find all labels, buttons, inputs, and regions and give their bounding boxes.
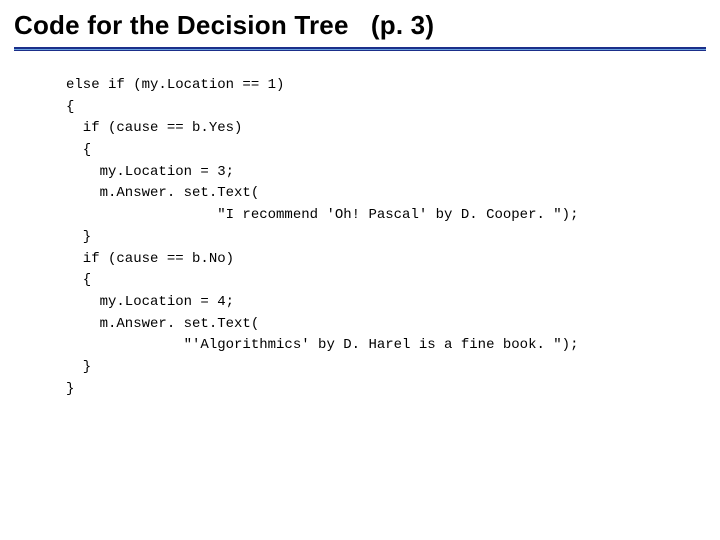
code-line: if (cause == b.No) xyxy=(66,251,234,267)
slide-title: Code for the Decision Tree (p. 3) xyxy=(14,10,706,41)
code-line: m.Answer. set.Text( xyxy=(66,185,259,201)
code-line: { xyxy=(66,272,91,288)
code-line: my.Location = 3; xyxy=(66,164,234,180)
code-line: } xyxy=(66,359,91,375)
title-bar: Code for the Decision Tree (p. 3) xyxy=(0,0,720,51)
title-page: (p. 3) xyxy=(371,10,434,40)
code-line: if (cause == b.Yes) xyxy=(66,120,242,136)
code-line: my.Location = 4; xyxy=(66,294,234,310)
code-line: { xyxy=(66,142,91,158)
code-line: } xyxy=(66,229,91,245)
title-main: Code for the Decision Tree xyxy=(14,10,349,40)
code-line: m.Answer. set.Text( xyxy=(66,316,259,332)
code-block: else if (my.Location == 1) { if (cause =… xyxy=(0,51,720,400)
code-line: "'Algorithmics' by D. Harel is a fine bo… xyxy=(66,337,578,353)
code-line: } xyxy=(66,381,74,397)
code-line: { xyxy=(66,99,74,115)
code-line: else if (my.Location == 1) xyxy=(66,77,284,93)
slide: Code for the Decision Tree (p. 3) else i… xyxy=(0,0,720,540)
code-line: "I recommend 'Oh! Pascal' by D. Cooper. … xyxy=(66,207,578,223)
